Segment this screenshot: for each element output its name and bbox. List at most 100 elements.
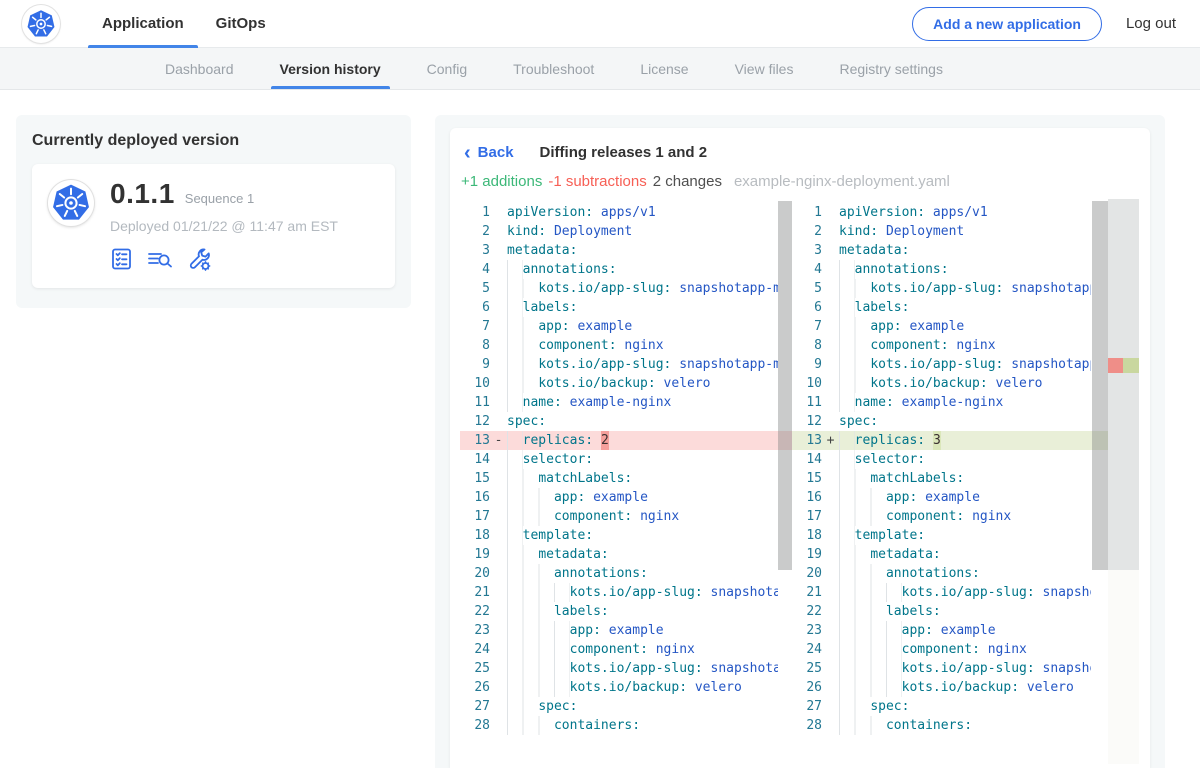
diff-line-13: 13-replicas: 2 [460, 431, 792, 450]
troubleshoot-icon[interactable] [186, 246, 212, 272]
overview-ruler-deletion-marker [1108, 358, 1123, 373]
checklist-icon[interactable] [110, 247, 134, 271]
subnav-item-version-history[interactable]: Version history [257, 48, 404, 89]
diff-header: ‹ Back Diffing releases 1 and 2 [450, 144, 1150, 161]
line-number: 16 [460, 488, 490, 507]
code-text: kots.io/app-slug: snapshotap [507, 659, 778, 678]
logout-link[interactable]: Log out [1126, 15, 1176, 32]
line-number: 19 [460, 545, 490, 564]
back-label: Back [478, 144, 514, 161]
line-number: 26 [792, 678, 822, 697]
diff-pane-left: 1apiVersion: apps/v12kind: Deployment3me… [460, 199, 792, 764]
diff-line-22: 22labels: [460, 602, 792, 621]
code-text: kind: Deployment [839, 222, 1091, 241]
view-logs-icon[interactable] [147, 247, 173, 271]
code-text: kots.io/backup: velero [839, 374, 1091, 393]
subnav-item-config[interactable]: Config [404, 48, 490, 89]
code-text: app: example [507, 317, 778, 336]
diff-line-17: 17component: nginx [792, 507, 1139, 526]
code-text: kots.io/backup: velero [839, 678, 1091, 697]
diff-line-23: 23app: example [792, 621, 1139, 640]
diff-marker [490, 412, 507, 431]
line-number: 11 [792, 393, 822, 412]
subnav-item-view-files[interactable]: View files [712, 48, 817, 89]
diff-line-24: 24component: nginx [460, 640, 792, 659]
line-number: 22 [460, 602, 490, 621]
diff-marker [490, 678, 507, 697]
line-number: 6 [460, 298, 490, 317]
overview-ruler[interactable] [1108, 199, 1139, 764]
code-text: apiVersion: apps/v1 [839, 203, 1091, 222]
code-text: containers: [507, 716, 778, 735]
back-button[interactable]: ‹ Back [464, 144, 514, 161]
code-text: kind: Deployment [507, 222, 778, 241]
deployed-version-card: Currently deployed version [16, 115, 411, 308]
diff-line-19: 19metadata: [792, 545, 1139, 564]
diff-line-4: 4annotations: [792, 260, 1139, 279]
subnav-item-license[interactable]: License [617, 48, 711, 89]
line-number: 5 [792, 279, 822, 298]
diff-line-25: 25kots.io/app-slug: snapshotap [792, 659, 1139, 678]
line-number: 17 [460, 507, 490, 526]
diff-stats: +1 additions -1 subtractions 2 changes e… [450, 161, 1150, 199]
line-number: 27 [460, 697, 490, 716]
diff-card: ‹ Back Diffing releases 1 and 2 +1 addit… [450, 128, 1150, 768]
add-application-button[interactable]: Add a new application [912, 7, 1102, 41]
line-number: 9 [460, 355, 490, 374]
diff-marker [822, 545, 839, 564]
line-number: 12 [792, 412, 822, 431]
line-number: 22 [792, 602, 822, 621]
diff-marker [822, 488, 839, 507]
tab-application[interactable]: Application [86, 0, 200, 48]
line-number: 7 [792, 317, 822, 336]
code-text: kots.io/app-slug: snapshotap [507, 583, 778, 602]
diff-line-8: 8 component: nginx [792, 336, 1139, 355]
diff-marker [490, 260, 507, 279]
code-text: metadata: [839, 545, 1091, 564]
diff-line-10: 10kots.io/backup: velero [792, 374, 1139, 393]
app-logo[interactable] [22, 5, 60, 43]
diff-marker [490, 526, 507, 545]
line-number: 18 [460, 526, 490, 545]
subnav-item-troubleshoot[interactable]: Troubleshoot [490, 48, 617, 89]
diff-marker [490, 697, 507, 716]
top-header: Application GitOps Add a new application… [0, 0, 1200, 48]
code-text: labels: [839, 602, 1091, 621]
code-text: component: nginx [839, 640, 1091, 659]
tab-gitops[interactable]: GitOps [200, 0, 282, 48]
code-text: app: example [507, 488, 778, 507]
code-text: spec: [839, 412, 1091, 431]
left-pane-scrollbar[interactable] [778, 201, 792, 570]
diff-marker [490, 469, 507, 488]
subnav-item-dashboard[interactable]: Dashboard [142, 48, 257, 89]
subnav-item-registry-settings[interactable]: Registry settings [816, 48, 965, 89]
code-text: labels: [507, 298, 778, 317]
sequence-label: Sequence 1 [185, 191, 254, 206]
diff-line-9: 9kots.io/app-slug: snapshotapp-mu [792, 355, 1139, 374]
diff-marker [822, 507, 839, 526]
diff-marker [490, 336, 507, 355]
diff-marker [822, 203, 839, 222]
diff-marker [490, 450, 507, 469]
diff-line-20: 20annotations: [460, 564, 792, 583]
diff-marker [822, 716, 839, 735]
diff-marker [490, 222, 507, 241]
deployed-version-details: 0.1.1 Sequence 1 Deployed 01/21/22 @ 11:… [110, 178, 338, 272]
code-text: annotations: [839, 564, 1091, 583]
code-text: component: nginx [839, 336, 1091, 355]
overview-ruler-viewport [1108, 199, 1139, 570]
diff-line-2: 2kind: Deployment [460, 222, 792, 241]
line-number: 5 [460, 279, 490, 298]
right-pane-scrollbar[interactable] [1092, 201, 1108, 570]
code-text: template: [839, 526, 1091, 545]
line-number: 27 [792, 697, 822, 716]
code-text: spec: [507, 412, 778, 431]
diff-marker [490, 621, 507, 640]
code-text: metadata: [507, 545, 778, 564]
diff-marker [822, 659, 839, 678]
line-number: 8 [792, 336, 822, 355]
diff-marker [822, 526, 839, 545]
line-number: 20 [460, 564, 490, 583]
line-number: 21 [460, 583, 490, 602]
code-text: matchLabels: [839, 469, 1091, 488]
